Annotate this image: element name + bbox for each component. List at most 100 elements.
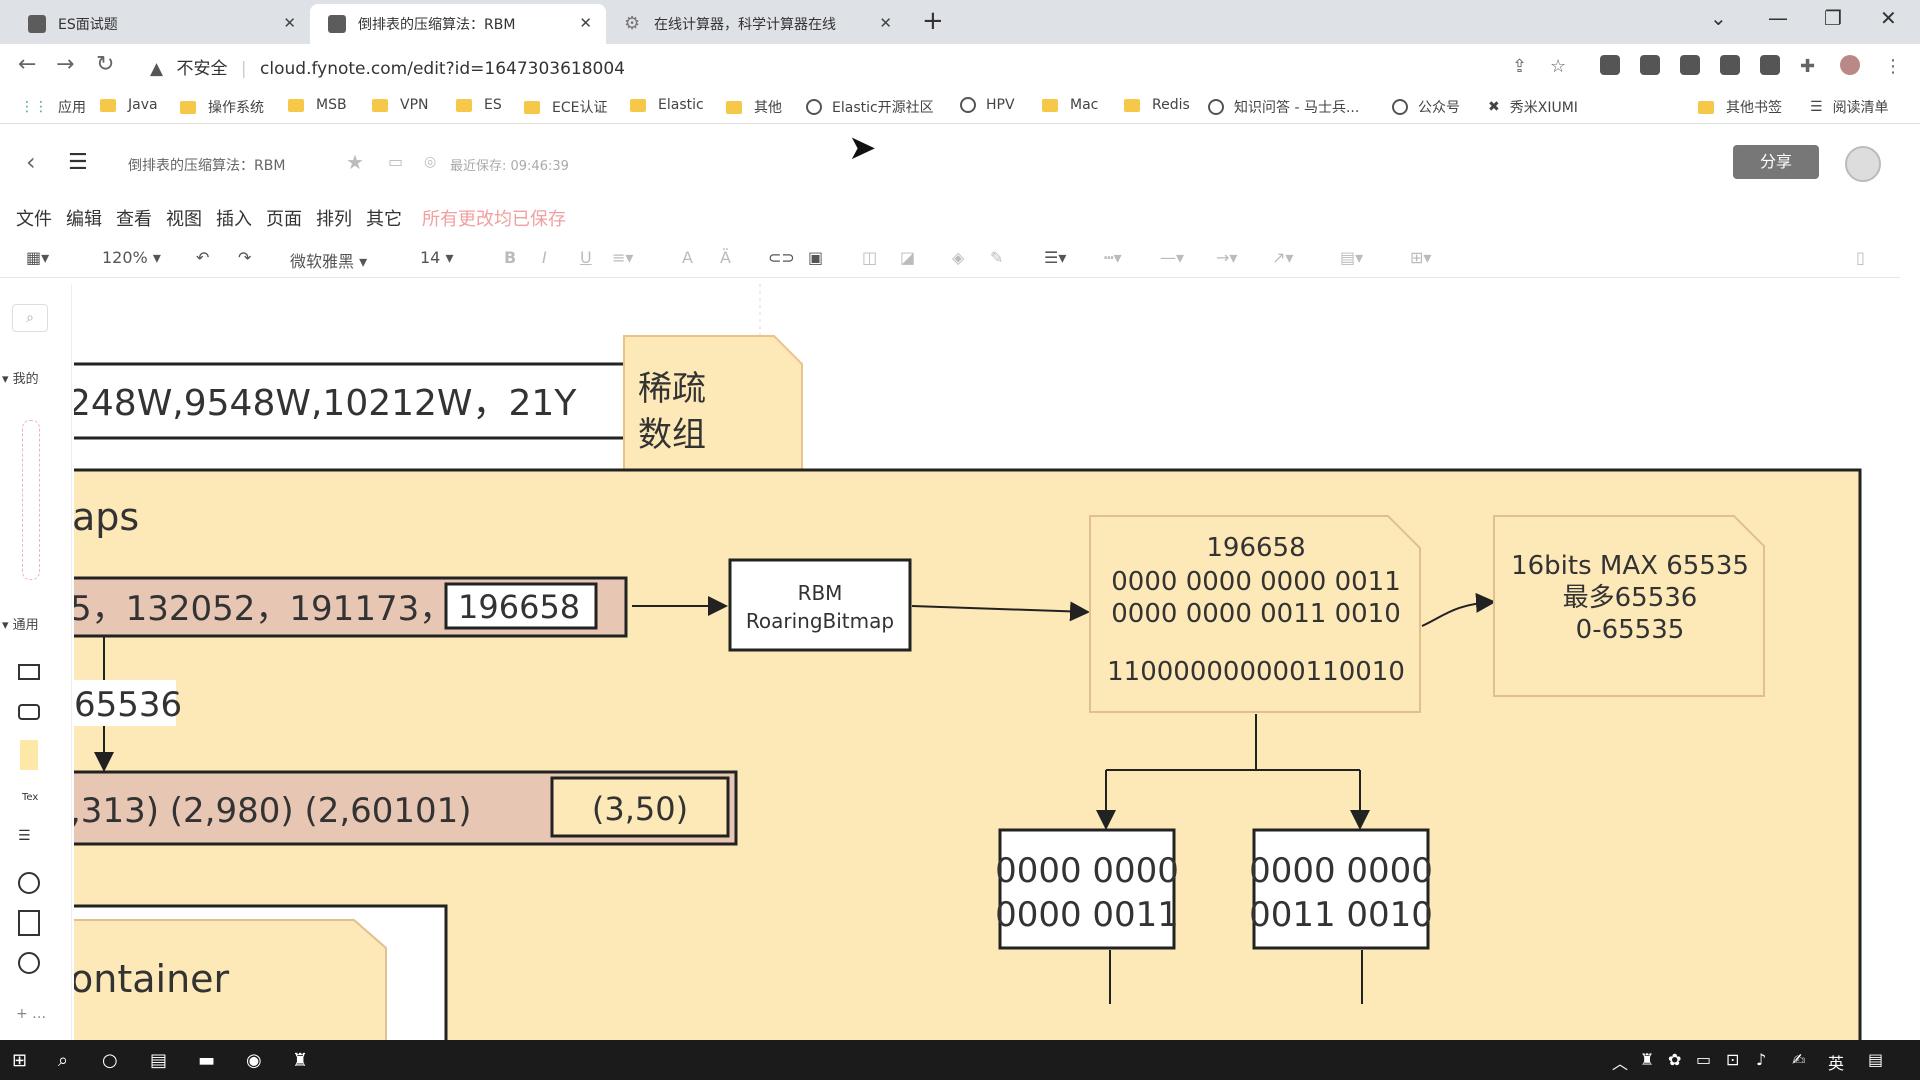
fill-color-icon[interactable]: ◈: [952, 248, 964, 267]
bookmark-java[interactable]: Java: [100, 97, 158, 113]
close-tab-icon[interactable]: ✕: [283, 14, 296, 32]
app-taskbar-icon[interactable]: ♜: [292, 1050, 308, 1071]
star-icon[interactable]: ★: [346, 150, 364, 174]
more-shapes-button[interactable]: + …: [16, 1006, 46, 1022]
section-general[interactable]: ▾ 通用: [2, 614, 39, 633]
font-family-select[interactable]: 微软雅黑 ▾: [290, 248, 367, 272]
menu-visual[interactable]: 视图: [166, 205, 202, 231]
minimize-button[interactable]: —: [1768, 6, 1788, 30]
note-shape[interactable]: [20, 740, 38, 770]
bookmark-ece[interactable]: ECE认证: [524, 97, 607, 117]
menu-view[interactable]: 查看: [116, 205, 152, 231]
extension-icon[interactable]: [1600, 55, 1620, 75]
table-icon[interactable]: ⊞▾: [1410, 248, 1431, 267]
cortana-icon[interactable]: ○: [102, 1050, 118, 1071]
font-size-select[interactable]: 14 ▾: [420, 248, 453, 267]
url-field[interactable]: ▲ 不安全 | cloud.fynote.com/edit?id=1647303…: [150, 54, 625, 79]
line-style-icon[interactable]: —▾: [1160, 248, 1184, 267]
tab-rbm-doc[interactable]: 倒排表的压缩算法：RBM ✕: [310, 4, 606, 44]
tray-app-icon[interactable]: ♜: [1640, 1050, 1654, 1069]
bookmark-mac[interactable]: Mac: [1042, 97, 1098, 113]
ellipse-shape[interactable]: [18, 872, 40, 894]
document-title[interactable]: 倒排表的压缩算法：RBM: [128, 155, 285, 175]
menu-other[interactable]: 其它: [366, 205, 402, 231]
bookmark-redis[interactable]: Redis: [1124, 97, 1190, 113]
close-tab-icon[interactable]: ✕: [579, 14, 592, 32]
menu-insert[interactable]: 插入: [216, 205, 252, 231]
puzzle-icon[interactable]: ✚: [1800, 56, 1815, 77]
more-menu-icon[interactable]: ⋮: [1884, 56, 1902, 77]
text-style-icon[interactable]: Ä: [720, 248, 731, 267]
hamburger-menu-icon[interactable]: ☰: [68, 150, 88, 175]
share-button[interactable]: 分享: [1733, 145, 1819, 179]
tray-app-icon[interactable]: ✿: [1668, 1050, 1681, 1069]
tab-calculator[interactable]: ⚙ 在线计算器，科学计算器在线 ✕: [606, 4, 906, 44]
forward-icon[interactable]: →: [56, 52, 74, 77]
pen-icon[interactable]: ✍: [1792, 1050, 1805, 1069]
bookmark-other-bookmarks[interactable]: 其他书签: [1698, 97, 1782, 117]
extension-icon[interactable]: [1760, 55, 1780, 75]
line-dash-icon[interactable]: ┅▾: [1104, 248, 1122, 267]
diagram-canvas[interactable]: 248W,9548W,10212W，21Y 稀疏 数组 aps 5，132052…: [74, 284, 1880, 1040]
window-close-button[interactable]: ✕: [1880, 6, 1897, 30]
line-weight-icon[interactable]: ☰▾: [1044, 248, 1066, 267]
underline-icon[interactable]: U: [580, 248, 592, 267]
menu-file[interactable]: 文件: [16, 205, 52, 231]
search-icon[interactable]: ⌕: [58, 1050, 68, 1071]
redo-icon[interactable]: ↷: [238, 248, 251, 267]
italic-icon[interactable]: I: [542, 248, 547, 267]
bold-icon[interactable]: B: [504, 248, 516, 267]
section-my-shapes[interactable]: ▾ 我的: [2, 368, 39, 387]
circle-shape[interactable]: [18, 952, 40, 974]
undo-icon[interactable]: ↶: [196, 248, 209, 267]
battery-icon[interactable]: ▭: [1696, 1050, 1711, 1069]
distribute-icon[interactable]: ▤▾: [1340, 248, 1363, 267]
bookmark-vpn[interactable]: VPN: [372, 97, 429, 113]
connector-icon[interactable]: ↗▾: [1272, 248, 1293, 267]
send-back-icon[interactable]: ◪: [900, 248, 915, 267]
extension-icon[interactable]: [1640, 55, 1660, 75]
bookmark-es[interactable]: ES: [456, 97, 502, 113]
text-shape[interactable]: Tex: [22, 792, 38, 803]
task-view-icon[interactable]: ▤: [150, 1050, 167, 1071]
bookmark-other[interactable]: 其他: [726, 97, 782, 117]
bookmark-hpv[interactable]: HPV: [960, 97, 1015, 113]
search-icon[interactable]: ⌕: [12, 304, 48, 332]
bookmark-elastic-community[interactable]: Elastic开源社区: [806, 97, 934, 117]
notification-icon[interactable]: ▤: [1868, 1050, 1883, 1069]
layout-panel-icon[interactable]: ▦▾: [26, 248, 49, 267]
menu-arrange[interactable]: 排列: [316, 205, 352, 231]
reload-icon[interactable]: ↻: [96, 52, 114, 77]
image-icon[interactable]: ▣: [808, 248, 823, 267]
new-tab-button[interactable]: +: [922, 6, 944, 36]
back-icon[interactable]: ←: [18, 52, 36, 77]
bookmark-xiumi[interactable]: ✖ 秀米XIUMI: [1488, 97, 1578, 117]
bookmark-wechat[interactable]: 公众号: [1392, 97, 1460, 117]
avatar[interactable]: [1845, 146, 1881, 182]
bookmark-elastic[interactable]: Elastic: [630, 97, 704, 113]
font-color-icon[interactable]: A: [682, 248, 693, 267]
rounded-rectangle-shape[interactable]: [18, 704, 40, 720]
extension-icon[interactable]: [1720, 55, 1740, 75]
back-chevron-icon[interactable]: ‹: [26, 148, 36, 176]
close-tab-icon[interactable]: ✕: [879, 14, 892, 32]
panel-toggle-icon[interactable]: ▯: [1856, 248, 1865, 267]
heading-shape[interactable]: ☰: [18, 828, 31, 844]
volume-icon[interactable]: ♪: [1756, 1050, 1766, 1069]
file-explorer-icon[interactable]: ▬: [198, 1050, 215, 1071]
network-icon[interactable]: ⊡: [1726, 1050, 1739, 1069]
bring-front-icon[interactable]: ◫: [862, 248, 877, 267]
input-language[interactable]: 英: [1828, 1050, 1844, 1074]
square-shape[interactable]: [18, 910, 40, 936]
rectangle-shape[interactable]: [18, 664, 40, 680]
folder-move-icon[interactable]: ▭: [388, 152, 403, 171]
bookmark-os[interactable]: 操作系统: [180, 97, 264, 117]
profile-avatar[interactable]: [1840, 55, 1860, 75]
align-icon[interactable]: ≡▾: [612, 248, 633, 267]
rbm-box[interactable]: [728, 558, 912, 652]
menu-page[interactable]: 页面: [266, 205, 302, 231]
chevron-down-icon[interactable]: ⌄: [1710, 6, 1727, 30]
star-icon[interactable]: ☆: [1550, 56, 1566, 77]
bookmark-apps[interactable]: ⋮⋮ 应用: [20, 97, 86, 117]
windows-start-icon[interactable]: ⊞: [12, 1050, 27, 1071]
